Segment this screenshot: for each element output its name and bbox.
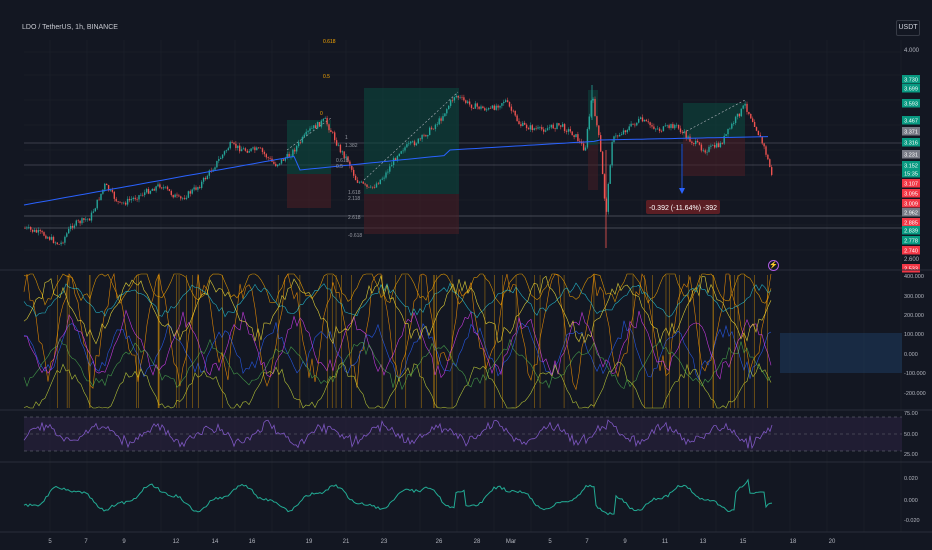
grid (24, 40, 902, 532)
time-tick: 20 (829, 539, 836, 545)
long-target-box (364, 88, 459, 194)
price-tag-label: 3.316 (904, 141, 918, 147)
time-tick: 7 (585, 539, 589, 545)
price-tick: 2.600 (904, 257, 920, 263)
time-tick: 9 (122, 539, 126, 545)
time-tick: 18 (790, 539, 797, 545)
time-tick: 11 (662, 539, 669, 545)
price-tag-label: 2.778 (904, 239, 918, 245)
bottom-indicator-axis: 0.020 0.000 -0.020 (904, 476, 920, 524)
measure-label: -0.392 (-11.64%) -392 (649, 205, 717, 212)
bottom-tick: 0.020 (904, 476, 918, 482)
time-tick: 5 (548, 539, 552, 545)
bottom-tick: 0.000 (904, 498, 918, 504)
price-tag-label: 3.699 (904, 87, 918, 93)
time-tick: 28 (474, 539, 481, 545)
oscillator-line (23, 361, 772, 409)
price-tag-label: 3.467 (904, 119, 918, 125)
long-stop-box (683, 138, 745, 176)
currency-selector[interactable]: USDT (896, 20, 920, 36)
long-target-box (287, 120, 331, 174)
price-tag-label: 15:35 (904, 172, 918, 178)
time-tick: 14 (212, 539, 219, 545)
oscillator-line (23, 282, 772, 319)
time-tick: 15 (740, 539, 747, 545)
oscillator-line (23, 273, 772, 306)
time-tick: 5 (48, 539, 52, 545)
price-tag-label: 3.107 (904, 182, 918, 188)
oscillator-line (23, 320, 772, 381)
osc-tick: -100.000 (904, 371, 926, 377)
long-stop-box (364, 194, 459, 234)
time-tick: 19 (306, 539, 313, 545)
fib-label: 0 (320, 111, 323, 117)
symbol-title[interactable]: LDO / TetherUS, 1h, BINANCE (22, 24, 118, 31)
fib-label: 1 (345, 135, 348, 141)
oscillator-line (24, 309, 772, 380)
oscillator-line (23, 275, 772, 345)
price-tag-label: 3.593 (904, 102, 918, 108)
fib-label: -0.618 (348, 233, 362, 239)
time-tick: 13 (700, 539, 707, 545)
osc-tick: 0.000 (904, 352, 918, 358)
time-tick: 9 (623, 539, 627, 545)
short-box (588, 145, 598, 190)
rsi-tick: 50.00 (904, 432, 918, 438)
price-tag-label: 2.885 (904, 221, 918, 227)
time-tick: 7 (84, 539, 88, 545)
osc-tick: 300.000 (904, 294, 924, 300)
osc-tick: 400.000 (904, 274, 924, 280)
oscillator-axis: 400.000 300.000 200.000 100.000 0.000 -100.00… (904, 274, 926, 397)
fib-label: 0.5 (323, 74, 330, 80)
time-tick: 12 (173, 539, 180, 545)
osc-tick: -200.000 (904, 391, 926, 397)
fib-label: 2.118 (348, 196, 360, 202)
rsi-tick: 25.00 (904, 452, 918, 458)
time-axis[interactable]: 5 7 9 12 14 16 19 21 23 26 28 Mar 5 7 9 11 13 15 18 20 (48, 539, 836, 545)
oscillator-panel (23, 272, 772, 409)
price-tag-label: 2.839 (904, 229, 918, 235)
time-tick: Mar (506, 539, 516, 545)
price-tag-label: 3.371 (904, 130, 918, 136)
long-stop-box (287, 174, 331, 208)
fib-label: 0.618 (323, 39, 336, 45)
osc-tick: 200.000 (904, 313, 924, 319)
price-tags: 3.730 3.699 3.593 3.467 3.371 3.316 3.231 3.152… (902, 75, 920, 273)
alert-flash-icon[interactable]: ⚡ (768, 260, 779, 271)
price-tag-label: 3.095 (904, 192, 918, 198)
price-tag-label: 2.962 (904, 211, 918, 217)
time-tick: 26 (436, 539, 443, 545)
fib-label: 2.618 (348, 215, 361, 221)
time-tick: 23 (381, 539, 388, 545)
rsi-tick: 75.00 (904, 411, 918, 417)
bottom-indicator-line (23, 478, 773, 516)
price-tick: 4.000 (904, 48, 920, 54)
time-tick: 16 (249, 539, 256, 545)
price-tag-label: 2.740 (904, 249, 918, 255)
osc-tick: 100.000 (904, 332, 924, 338)
rsi-axis: 75.00 50.00 25.00 (904, 411, 918, 458)
price-tag-label: 3.152 (904, 164, 918, 170)
time-tick: 21 (343, 539, 350, 545)
fib-label: 0.5 (336, 164, 343, 170)
fib-label: 1.382 (345, 143, 358, 149)
chart-canvas[interactable]: 0.6180.5011.3821.6182.1182.618-0.6180.61… (0, 0, 932, 550)
price-tag-label: 3.730 (904, 78, 918, 84)
price-tag-label: 3.231 (904, 153, 918, 159)
price-tag-label: 3.009 (904, 202, 918, 208)
bottom-tick: -0.020 (904, 518, 920, 524)
